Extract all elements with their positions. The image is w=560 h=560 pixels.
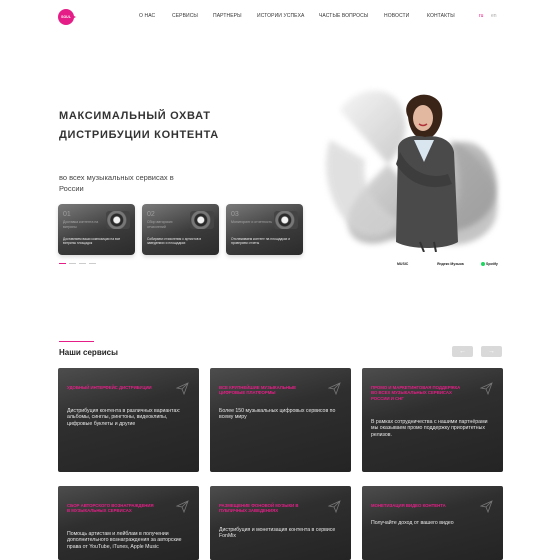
service-card-6[interactable]: МОНЕТИЗАЦИЯ ВИДЕО КОНТЕНТА Получайте дох…	[362, 486, 503, 560]
service-card-2[interactable]: ВСЕ КРУПНЕЙШИЕ МУЗЫКАЛЬНЫЕ ЦИФРОВЫЕ ПЛАТ…	[210, 368, 351, 472]
nav-contacts[interactable]: КОНТАКТЫ	[427, 13, 455, 19]
card-title: Сбор авторских отчислений	[147, 220, 173, 229]
service-card-4[interactable]: СБОР АВТОРСКОГО ВОЗНАГРАЖДЕНИЯ В МУЗЫКАЛ…	[58, 486, 199, 560]
card-text: Собираем отчисления с артистов в заведен…	[147, 237, 202, 246]
service-card-text: Дистрибуция и монетизация контента в сер…	[219, 527, 336, 540]
card-number: 03	[231, 211, 239, 218]
partner-apple-music: MUSIC	[397, 262, 409, 266]
lang-en[interactable]: en	[491, 13, 497, 19]
services-title: Наши сервисы	[59, 348, 118, 357]
nav-partners[interactable]: ПАРТНЕРЫ	[213, 13, 242, 19]
slider-dot[interactable]	[69, 263, 76, 264]
slider-dot-active[interactable]	[59, 263, 66, 264]
service-card-title: ВСЕ КРУПНЕЙШИЕ МУЗЫКАЛЬНЫЕ ЦИФРОВЫЕ ПЛАТ…	[219, 385, 297, 396]
paper-plane-icon	[480, 500, 493, 513]
slider-dots	[59, 263, 96, 264]
main-nav: О НАС СЕРВИСЫ ПАРТНЕРЫ ИСТОРИИ УСПЕХА ЧА…	[0, 13, 560, 21]
feature-card-2[interactable]: 02 Сбор авторских отчислений Собираем от…	[142, 204, 219, 255]
paper-plane-icon	[176, 382, 189, 395]
card-title: Доставка контента на витрины	[63, 220, 99, 229]
paper-plane-icon	[480, 382, 493, 395]
vinyl-icon	[190, 211, 214, 229]
card-number: 02	[147, 211, 155, 218]
service-card-title: МОНЕТИЗАЦИЯ ВИДЕО КОНТЕНТА	[371, 503, 446, 508]
service-card-title: ПРОМО И МАРКЕТИНГОВАЯ ПОДДЕРЖКА ВО ВСЕХ …	[371, 385, 461, 401]
nav-about[interactable]: О НАС	[139, 13, 155, 19]
service-card-title: РАЗМЕЩЕНИЕ ФОНОВОЙ МУЗЫКИ В ПУБЛИЧНЫХ ЗА…	[219, 503, 299, 514]
partner-spotify-label: Spotify	[486, 262, 498, 266]
nav-news[interactable]: НОВОСТИ	[384, 13, 409, 19]
arrow-right-icon: →	[488, 348, 495, 355]
slider-dot[interactable]	[79, 263, 86, 264]
card-number: 01	[63, 211, 71, 218]
partner-spotify: Spotify	[481, 262, 498, 267]
card-title: Мониторинг и отчетность	[231, 220, 273, 224]
services-next-button[interactable]: →	[481, 346, 502, 357]
card-text: Отслеживаем контент на площадках и прове…	[231, 237, 291, 246]
paper-plane-icon	[328, 382, 341, 395]
slider-dot[interactable]	[89, 263, 96, 264]
section-accent-line	[59, 341, 94, 342]
paper-plane-icon	[328, 500, 341, 513]
spotify-icon	[481, 262, 485, 267]
nav-services[interactable]: СЕРВИСЫ	[172, 13, 198, 19]
partner-yandex-music: Яндекс Музыка	[437, 262, 464, 266]
feature-card-3[interactable]: 03 Мониторинг и отчетность Отслеживаем к…	[226, 204, 303, 255]
service-card-text: В рамках сотрудничества с нашими партнёр…	[371, 419, 488, 438]
service-card-text: Дистрибуция контента в различных вариант…	[67, 408, 181, 427]
service-card-1[interactable]: УДОБНЫЙ ИНТЕРФЕЙС ДИСТРИБУЦИИ Дистрибуци…	[58, 368, 199, 472]
service-card-text: Помощь артистам и лейблам в получении до…	[67, 531, 182, 550]
hero-model-photo	[396, 94, 458, 252]
hero-title: МАКСИМАЛЬНЫЙ ОХВАТ ДИСТРИБУЦИИ КОНТЕНТА	[59, 110, 219, 141]
card-text: Доставляем ваши композиции на все витрин…	[63, 237, 121, 246]
nav-faq[interactable]: ЧАСТЫЕ ВОПРОСЫ	[319, 13, 368, 19]
lang-ru[interactable]: ru	[479, 13, 483, 19]
service-card-title: УДОБНЫЙ ИНТЕРФЕЙС ДИСТРИБУЦИИ	[67, 385, 152, 390]
service-card-3[interactable]: ПРОМО И МАРКЕТИНГОВАЯ ПОДДЕРЖКА ВО ВСЕХ …	[362, 368, 503, 472]
paper-plane-icon	[176, 500, 189, 513]
service-card-text: Получайте доход от вашего видео	[371, 520, 454, 526]
vinyl-icon	[106, 211, 130, 229]
arrow-left-icon: ←	[459, 348, 466, 355]
feature-card-1[interactable]: 01 Доставка контента на витрины Доставля…	[58, 204, 135, 255]
vinyl-icon	[274, 211, 298, 229]
services-prev-button[interactable]: ←	[452, 346, 473, 357]
hero-subtitle: во всех музыкальных сервисах в России	[59, 173, 174, 193]
service-card-title: СБОР АВТОРСКОГО ВОЗНАГРАЖДЕНИЯ В МУЗЫКАЛ…	[67, 503, 154, 514]
nav-success-stories[interactable]: ИСТОРИИ УСПЕХА	[257, 13, 304, 19]
service-card-5[interactable]: РАЗМЕЩЕНИЕ ФОНОВОЙ МУЗЫКИ В ПУБЛИЧНЫХ ЗА…	[210, 486, 351, 560]
service-card-text: Более 150 музыкальных цифровых сервисов …	[219, 408, 336, 421]
